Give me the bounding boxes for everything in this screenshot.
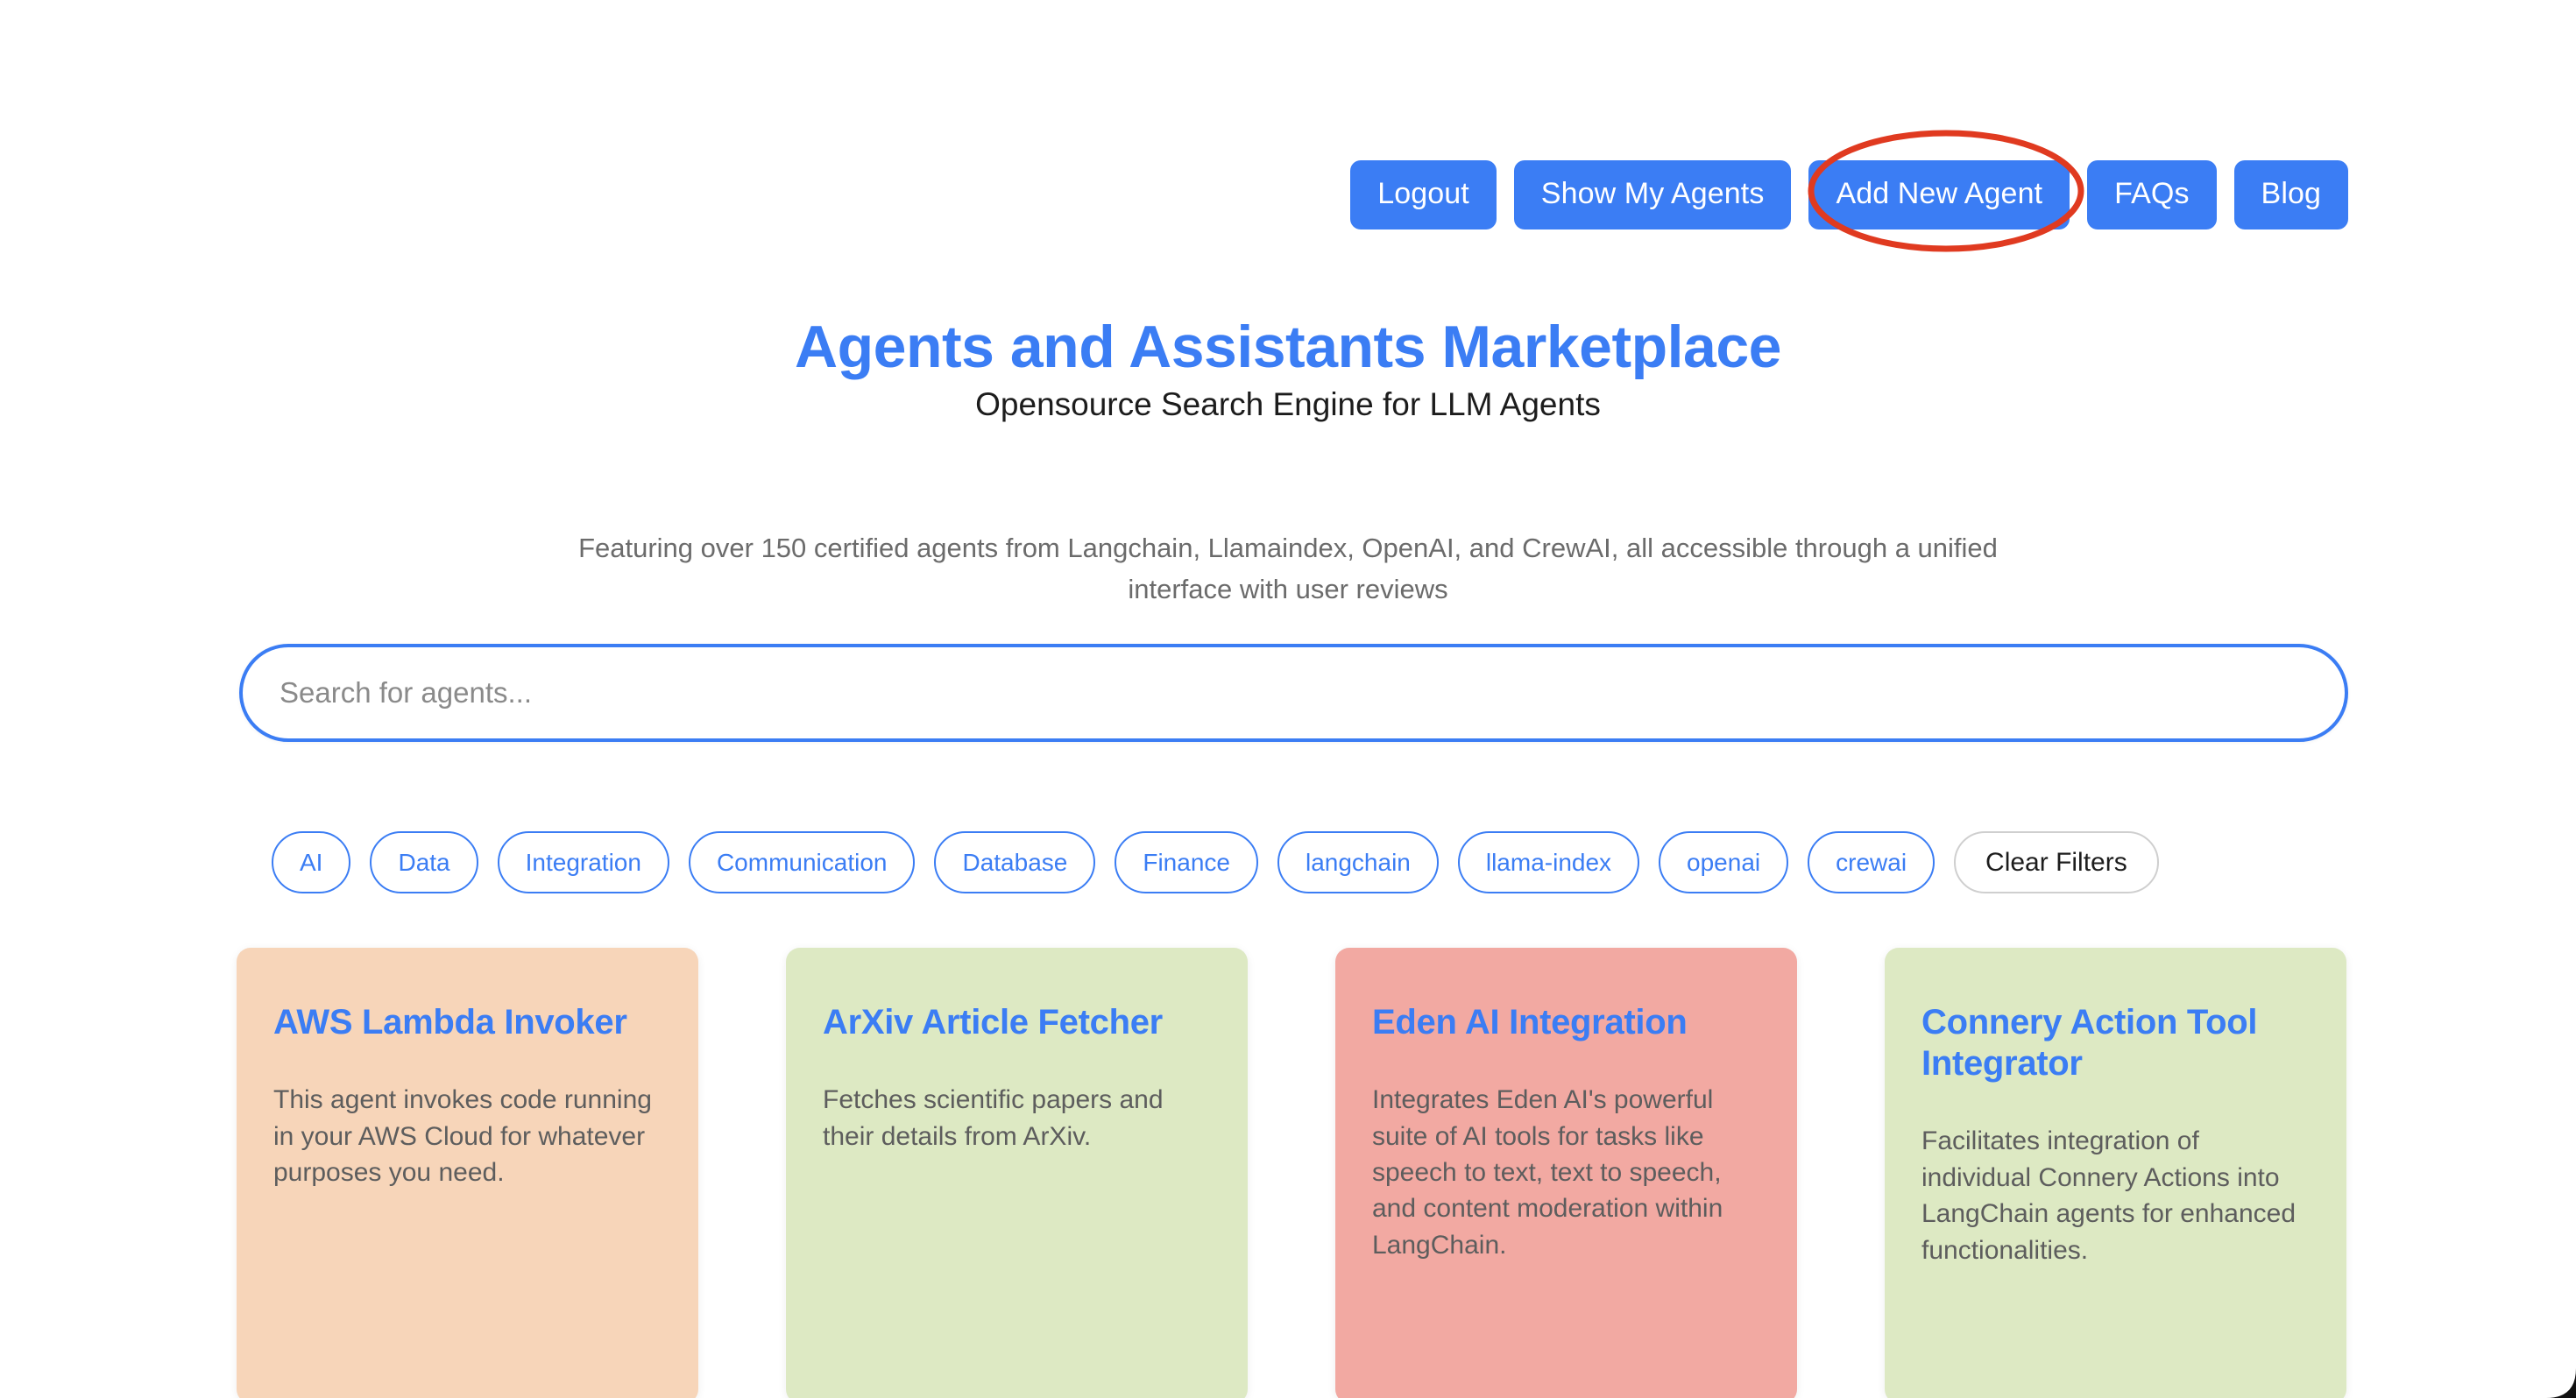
agent-card[interactable]: Eden AI Integration Integrates Eden AI's… (1335, 948, 1797, 1398)
page-title: Agents and Assistants Marketplace (794, 313, 1782, 380)
filter-chip-llama-index[interactable]: llama-index (1457, 831, 1640, 893)
faqs-button[interactable]: FAQs (2087, 160, 2217, 229)
agent-card-title: ArXiv Article Fetcher (823, 1003, 1163, 1041)
agent-card-grid: AWS Lambda Invoker This agent invokes co… (237, 948, 2346, 1398)
filter-chip-langchain[interactable]: langchain (1277, 831, 1439, 893)
agent-card-title: AWS Lambda Invoker (273, 1003, 627, 1041)
filter-chip-data[interactable]: Data (370, 831, 478, 893)
agent-card-description: This agent invokes code running in your … (273, 1085, 652, 1187)
add-new-agent-button[interactable]: Add New Agent (1808, 160, 2070, 229)
top-nav: Logout Show My Agents Add New Agent FAQs… (1350, 160, 2348, 229)
blog-button[interactable]: Blog (2233, 160, 2348, 229)
agent-card-title: Connery Action Tool Integrator (1921, 1003, 2258, 1084)
search-bar (239, 644, 2348, 742)
page-description: Featuring over 150 certified agents from… (578, 533, 1998, 605)
viewport-corner (2546, 1368, 2576, 1398)
page-subtitle: Opensource Search Engine for LLM Agents (975, 386, 1601, 422)
filter-chip-communication[interactable]: Communication (688, 831, 916, 893)
filter-chip-ai[interactable]: AI (272, 831, 351, 893)
filter-chip-database[interactable]: Database (934, 831, 1096, 893)
agent-card[interactable]: AWS Lambda Invoker This agent invokes co… (237, 948, 698, 1398)
filter-chip-finance[interactable]: Finance (1115, 831, 1258, 893)
filter-chip-integration[interactable]: Integration (497, 831, 669, 893)
agent-card-title: Eden AI Integration (1372, 1003, 1688, 1041)
search-input[interactable] (239, 644, 2348, 742)
agent-card[interactable]: ArXiv Article Fetcher Fetches scientific… (786, 948, 1248, 1398)
filter-chip-row: AI Data Integration Communication Databa… (272, 831, 2159, 893)
filter-chip-openai[interactable]: openai (1659, 831, 1789, 893)
agent-card-description: Fetches scientific papers and their deta… (823, 1085, 1164, 1151)
clear-filters-button[interactable]: Clear Filters (1954, 831, 2159, 893)
marketplace-page: Logout Show My Agents Add New Agent FAQs… (0, 0, 2576, 1398)
agent-card[interactable]: Connery Action Tool Integrator Facilitat… (1885, 948, 2346, 1398)
show-my-agents-button[interactable]: Show My Agents (1513, 160, 1792, 229)
filter-chip-crewai[interactable]: crewai (1808, 831, 1936, 893)
agent-card-description: Facilitates integration of individual Co… (1921, 1126, 2296, 1265)
agent-card-description: Integrates Eden AI's powerful suite of A… (1372, 1085, 1723, 1260)
logout-button[interactable]: Logout (1350, 160, 1497, 229)
